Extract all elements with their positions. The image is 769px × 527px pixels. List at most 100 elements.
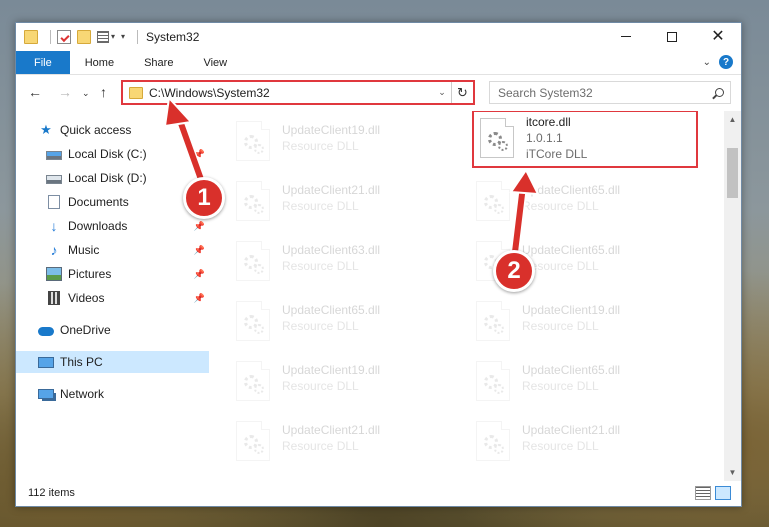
back-button[interactable]: ← xyxy=(28,84,42,100)
view-buttons xyxy=(691,486,731,500)
forward-button[interactable]: → xyxy=(58,84,72,100)
ribbon-right-controls: ⌄ ? xyxy=(703,55,733,69)
file-item[interactable]: UpdateClient65.dll Resource DLL xyxy=(464,177,696,225)
dll-file-icon xyxy=(236,361,270,401)
sidebar-item-downloads[interactable]: ↓ Downloads 📌 xyxy=(16,215,209,237)
search-box[interactable] xyxy=(489,81,731,104)
file-item[interactable]: UpdateClient19.dll Resource DLL xyxy=(464,297,696,345)
view-icon[interactable] xyxy=(97,30,109,43)
dll-file-icon xyxy=(476,361,510,401)
item-count: 112 items xyxy=(28,487,75,499)
file-item[interactable]: UpdateClient63.dll Resource DLL xyxy=(224,237,456,285)
sidebar-item-this-pc[interactable]: This PC xyxy=(16,351,209,373)
refresh-button[interactable]: ↻ xyxy=(451,82,473,103)
downloads-icon: ↓ xyxy=(50,218,58,234)
file-item[interactable]: UpdateClient21.dll Resource DLL xyxy=(224,417,456,465)
details-view-icon[interactable] xyxy=(695,486,711,500)
maximize-button[interactable] xyxy=(649,23,695,50)
sidebar-item-label: Downloads xyxy=(68,219,128,233)
sidebar-item-label: This PC xyxy=(60,355,103,369)
search-input[interactable] xyxy=(498,85,708,100)
network-icon xyxy=(38,389,54,399)
drive-icon xyxy=(46,150,62,160)
tab-home[interactable]: Home xyxy=(70,51,129,74)
pin-icon: 📌 xyxy=(193,244,205,255)
file-item[interactable]: UpdateClient19.dll Resource DLL xyxy=(224,357,456,405)
properties-icon[interactable] xyxy=(57,29,71,44)
expand-ribbon-icon[interactable]: ⌄ xyxy=(703,57,711,68)
sidebar-item-label: Pictures xyxy=(68,267,112,281)
file-item[interactable]: UpdateClient21.dll Resource DLL xyxy=(464,417,696,465)
file-item[interactable]: UpdateClient65.dll Resource DLL xyxy=(224,297,456,345)
tab-share[interactable]: Share xyxy=(129,51,188,74)
sidebar-item-label: Music xyxy=(68,243,100,257)
pin-icon: 📌 xyxy=(193,148,205,159)
file-name: itcore.dll xyxy=(526,115,571,129)
sidebar-item-videos[interactable]: Videos 📌 xyxy=(16,287,209,309)
file-name: UpdateClient65.dll xyxy=(282,303,381,317)
step-2-badge: 2 xyxy=(493,250,535,292)
file-type: Resource DLL xyxy=(522,439,599,453)
file-item[interactable]: UpdateClient65.dll Resource DLL xyxy=(464,357,696,405)
file-name: UpdateClient19.dll xyxy=(282,123,381,137)
sidebar-item-pictures[interactable]: Pictures 📌 xyxy=(16,263,209,285)
sidebar-item-music[interactable]: ♪ Music 📌 xyxy=(16,239,209,261)
dll-file-icon xyxy=(236,241,270,281)
chevron-down-icon[interactable]: ▾ xyxy=(111,32,115,41)
minimize-button[interactable] xyxy=(603,23,649,50)
file-type: Resource DLL xyxy=(282,139,359,153)
up-button[interactable]: ↑ xyxy=(100,84,107,100)
dll-file-icon xyxy=(236,181,270,221)
dll-file-icon xyxy=(476,181,510,221)
search-icon[interactable] xyxy=(708,88,730,97)
maximize-icon xyxy=(667,31,677,42)
folder-icon xyxy=(24,29,38,44)
customize-toolbar-icon[interactable]: ▾ xyxy=(121,32,125,41)
file-item[interactable]: UpdateClient21.dll Resource DLL xyxy=(224,177,456,225)
file-name: UpdateClient21.dll xyxy=(522,423,621,437)
address-bar[interactable]: C:\Windows\System32 ⌄ ↻ xyxy=(121,80,475,105)
file-name: UpdateClient65.dll xyxy=(522,183,621,197)
documents-icon xyxy=(48,195,60,209)
pin-icon: 📌 xyxy=(193,268,205,279)
music-icon: ♪ xyxy=(50,242,58,258)
scroll-down-button[interactable]: ▼ xyxy=(724,464,741,481)
address-path[interactable]: C:\Windows\System32 xyxy=(149,86,433,100)
dll-file-icon xyxy=(476,301,510,341)
dll-file-icon xyxy=(480,118,514,158)
sidebar-item-label: Documents xyxy=(68,195,129,209)
scroll-up-button[interactable]: ▲ xyxy=(724,111,741,128)
pin-icon: 📌 xyxy=(193,292,205,303)
vertical-scrollbar[interactable]: ▲ ▼ xyxy=(724,111,741,481)
recent-locations-icon[interactable]: ⌄ xyxy=(82,88,90,99)
sidebar-item-onedrive[interactable]: OneDrive xyxy=(16,319,209,341)
tab-view[interactable]: View xyxy=(188,51,242,74)
sidebar-item-local-disk-d[interactable]: Local Disk (D:) xyxy=(16,167,209,189)
window-title: System32 xyxy=(146,29,200,44)
tab-file[interactable]: File xyxy=(16,51,70,74)
close-button[interactable]: ✕ xyxy=(695,23,741,50)
drive-icon xyxy=(46,174,62,184)
quick-access-toolbar: ▾ ▾ System32 xyxy=(24,23,199,50)
chevron-down-icon[interactable]: ⌄ xyxy=(433,87,451,98)
help-icon[interactable]: ? xyxy=(719,55,733,69)
file-item-itcore-dll[interactable]: itcore.dll 1.0.1.1 iTCore DLL xyxy=(472,111,698,168)
onedrive-icon xyxy=(38,327,54,336)
scroll-thumb[interactable] xyxy=(727,148,738,198)
file-explorer-window: ▾ ▾ System32 ✕ File Home Share View ⌄ ? … xyxy=(15,22,742,507)
sidebar-item-network[interactable]: Network xyxy=(16,383,209,405)
sidebar-item-documents[interactable]: Documents xyxy=(16,191,209,213)
new-folder-icon[interactable] xyxy=(77,29,91,44)
file-item[interactable]: UpdateClient19.dll Resource DLL xyxy=(224,117,456,165)
minimize-icon xyxy=(621,36,631,37)
dll-file-icon xyxy=(236,301,270,341)
videos-icon xyxy=(48,291,60,305)
sidebar-item-local-disk-c[interactable]: Local Disk (C:) 📌 xyxy=(16,143,209,165)
sidebar-item-label: OneDrive xyxy=(60,323,111,337)
large-icons-view-icon[interactable] xyxy=(715,486,731,500)
dll-file-icon xyxy=(236,421,270,461)
sidebar-item-label: Videos xyxy=(68,291,105,305)
this-pc-icon xyxy=(38,356,54,368)
sidebar-item-quick-access[interactable]: ★ Quick access xyxy=(16,119,209,141)
file-name: UpdateClient21.dll xyxy=(282,183,381,197)
